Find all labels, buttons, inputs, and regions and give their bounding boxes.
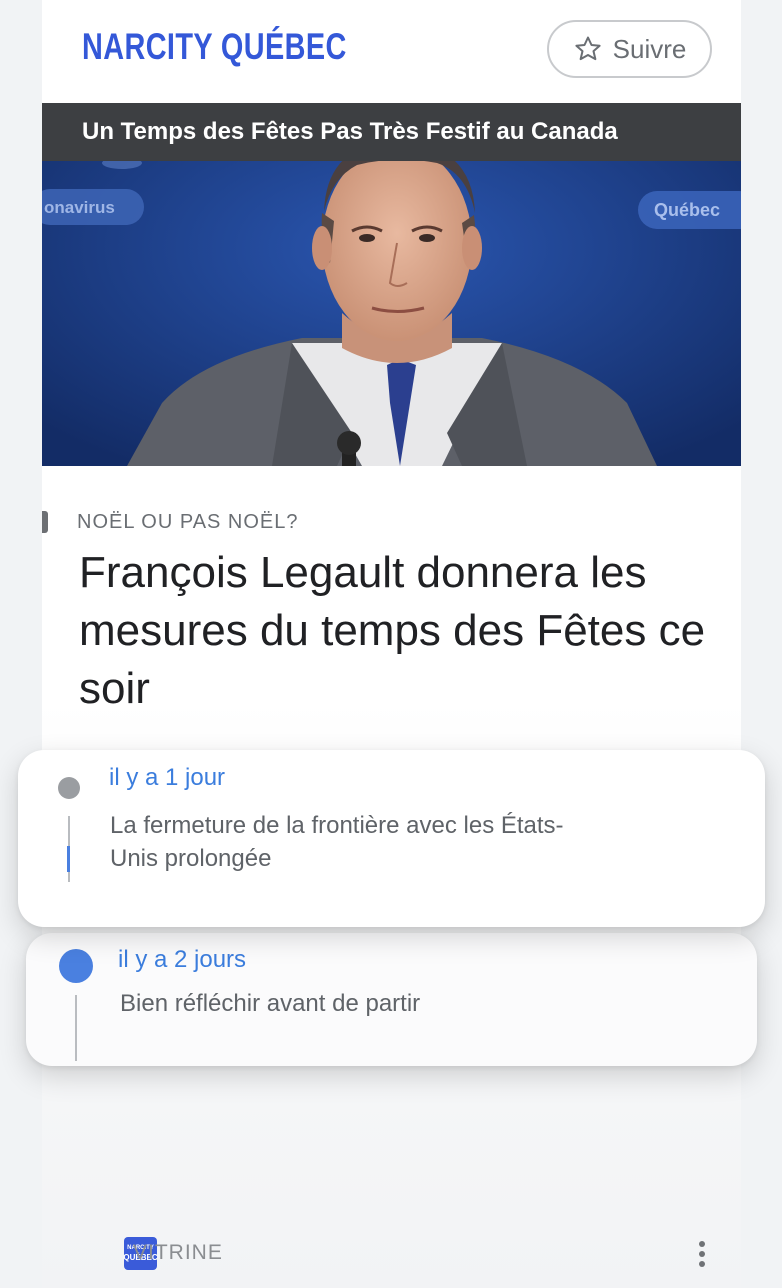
story-banner-text: Un Temps des Fêtes Pas Très Festif au Ca… (82, 118, 618, 145)
story-kicker: NOËL OU PAS NOËL? (77, 511, 299, 533)
timeline-dot-blue (59, 949, 93, 983)
timeline-item[interactable]: il y a 2 jours Bien réfléchir avant de p… (26, 933, 757, 1066)
timeline-title[interactable]: La fermeture de la frontière avec les Ét… (110, 809, 580, 875)
kicker-bar (42, 511, 48, 533)
story-headline[interactable]: François Legault donnera les mesures du … (79, 544, 719, 718)
publisher-logo[interactable]: NARCITY QUÉBEC (82, 26, 347, 68)
hero-image[interactable]: Un Temps des Fêtes Pas Très Festif au Ca… (42, 103, 741, 466)
image-text-right: Québec (654, 200, 720, 220)
timeline-line-accent (67, 846, 70, 872)
timeline-dot-gray (58, 777, 80, 799)
timeline-time: il y a 1 jour (109, 764, 226, 791)
timeline-line (75, 995, 77, 1061)
star-outline-icon (575, 36, 601, 61)
image-text-left: onavirus (44, 198, 115, 217)
footer-label: VITRINE (133, 1241, 223, 1264)
page: NARCITY QUÉBEC Suivre Un Temps des Fêtes… (0, 0, 782, 1288)
story-banner: Un Temps des Fêtes Pas Très Festif au Ca… (42, 103, 741, 161)
timeline-title[interactable]: Bien réfléchir avant de partir (120, 987, 680, 1020)
story-card[interactable]: NARCITY QUÉBEC Suivre Un Temps des Fêtes… (42, 0, 741, 1288)
timeline-time: il y a 2 jours (118, 946, 247, 973)
follow-button[interactable]: Suivre (547, 20, 712, 78)
more-vert-icon[interactable] (690, 1236, 714, 1272)
follow-label: Suivre (612, 33, 687, 64)
timeline-item[interactable]: il y a 1 jour La fermeture de la frontiè… (18, 750, 765, 927)
